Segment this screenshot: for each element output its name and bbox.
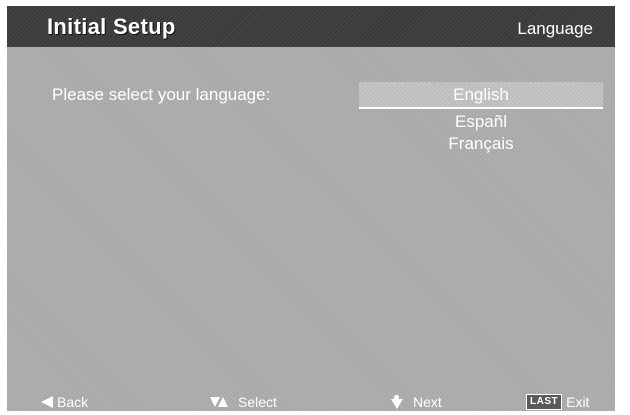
up-down-arrows-icon (210, 396, 228, 408)
last-key-icon: LAST (526, 394, 563, 410)
exit-hint[interactable]: LAST Exit (526, 394, 589, 410)
language-list[interactable]: English Españl Français (359, 82, 603, 155)
select-hint[interactable]: Select (210, 394, 277, 410)
back-hint[interactable]: Back (41, 394, 88, 410)
language-option-spanish[interactable]: Españl (359, 111, 603, 133)
header-bar: Initial Setup Language (7, 6, 615, 47)
section-label: Language (517, 19, 593, 38)
next-label: Next (413, 394, 442, 410)
back-label: Back (57, 394, 89, 410)
exit-label: Exit (566, 394, 590, 410)
enter-down-arrow-icon (390, 395, 404, 409)
select-label: Select (238, 394, 277, 410)
language-option-french[interactable]: Français (359, 133, 603, 155)
footer-hints: Back Select Next LAST Exit (7, 392, 615, 411)
left-triangle-icon (41, 396, 53, 408)
next-hint[interactable]: Next (390, 394, 442, 410)
page-title: Initial Setup (47, 14, 176, 39)
language-option-english[interactable]: English (359, 82, 603, 109)
language-prompt: Please select your language: (52, 85, 271, 104)
setup-screen: Initial Setup Language Please select you… (7, 6, 615, 411)
